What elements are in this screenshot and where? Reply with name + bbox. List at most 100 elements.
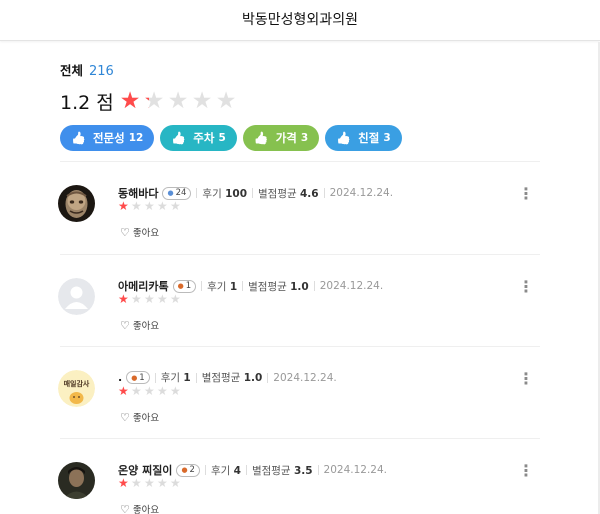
review-count: 후기 1 — [161, 370, 191, 385]
average-rating-label: 별점평균 — [251, 464, 291, 477]
star-icon: ★ — [131, 199, 142, 213]
average-rating-value: 1.0 — [290, 280, 309, 293]
thumbs-up-icon: 👍 — [336, 131, 352, 145]
avatar-text: 매일감사 — [63, 380, 90, 388]
star-icon: ★ — [118, 476, 129, 490]
more-options-icon[interactable]: ⋮ — [518, 185, 534, 205]
average-rating: 별점평균 1.0 — [202, 370, 263, 385]
separator — [204, 465, 206, 475]
average-rating-value: 1.0 — [243, 372, 263, 384]
more-options-icon[interactable]: ⋮ — [518, 462, 534, 482]
like-button[interactable]: ♡ 좋아요 — [120, 410, 160, 425]
star-icon: ★ — [157, 292, 168, 306]
review-count-label: 후기 — [210, 464, 231, 477]
keyword-chip[interactable]: 👍 친절 3 — [325, 125, 402, 151]
avatar[interactable] — [58, 462, 95, 499]
average-rating-value: 4.6 — [300, 187, 319, 200]
star-icon: ★ — [118, 384, 129, 398]
average-rating: 별점평균 3.5 — [252, 463, 313, 478]
badge-count: 1 — [139, 372, 145, 383]
star-icon: ★ — [157, 476, 168, 490]
star-icon: ★ — [118, 199, 129, 213]
keyword-label: 전문성 — [92, 131, 125, 145]
star-empty: ★ — [191, 87, 213, 114]
review-count: 후기 4 — [211, 463, 241, 478]
keyword-chip[interactable]: 👍 전문성 12 — [60, 125, 155, 151]
average-rating-value: 3.5 — [293, 464, 313, 477]
leaf-icon: ● — [167, 189, 174, 197]
star-icon: ★ — [144, 292, 155, 306]
star-icon: ★ — [131, 384, 142, 398]
sprout-icon: ● — [181, 466, 188, 474]
divider — [60, 438, 540, 439]
star-icon: ★★ — [216, 89, 240, 114]
review-count-label: 후기 — [160, 372, 181, 384]
star-icon: ★ — [170, 476, 181, 490]
avatar[interactable] — [58, 185, 95, 222]
review-count-label: 후기 — [207, 280, 227, 293]
review-date: 2024.12.24. — [319, 280, 384, 292]
separator — [196, 188, 198, 198]
review-star-rating: ★ ★ ★ ★ ★ — [118, 384, 183, 398]
average-rating-label: 별점평균 — [201, 372, 241, 384]
star-icon: ★ — [170, 292, 181, 306]
star-icon: ★ — [144, 476, 155, 490]
separator — [313, 281, 315, 291]
reviewer-nickname[interactable]: . — [118, 371, 122, 384]
divider — [60, 161, 540, 162]
star-icon: ★★ — [168, 89, 192, 114]
reviewer-level-badge: ● 1 — [126, 371, 150, 384]
review-date: 2024.12.24. — [323, 464, 388, 476]
star-icon: ★ — [144, 199, 155, 213]
star-icon: ★★ — [191, 87, 216, 114]
keyword-chip[interactable]: 👍 가격 3 — [242, 125, 320, 151]
more-options-icon[interactable]: ⋮ — [518, 370, 534, 390]
review-count-value: 100 — [225, 187, 248, 200]
average-rating-label: 별점평균 — [248, 280, 287, 293]
badge-count: 24 — [175, 188, 187, 198]
like-button[interactable]: ♡ 좋아요 — [120, 502, 159, 514]
review-count-value: 1 — [183, 372, 191, 384]
heart-icon: ♡ — [120, 225, 130, 239]
badge-count: 1 — [185, 281, 192, 291]
review-count: 후기 100 — [202, 186, 247, 201]
separator — [154, 372, 156, 383]
heart-icon: ♡ — [120, 410, 130, 424]
score-line: 1.2 점 ★★★★★★★★★★ — [60, 88, 540, 115]
total-label: 전체 — [60, 63, 84, 78]
avatar[interactable]: 매일감사 — [58, 370, 95, 407]
more-options-icon[interactable]: ⋮ — [518, 278, 534, 298]
star-icon: ★ — [157, 199, 168, 213]
like-label: 좋아요 — [132, 505, 160, 514]
review-item: 매일감사 . ● 1 후기 1 별점평균 1.0 2024.12.24. ★ ★ ★ ★… — [58, 368, 540, 438]
keyword-count: 12 — [128, 132, 144, 144]
separator — [267, 372, 269, 383]
thumbs-up-icon: 👍 — [171, 131, 187, 145]
keyword-count: 3 — [383, 132, 391, 144]
review-count-value: 4 — [233, 464, 241, 477]
star-fill: ★ — [119, 89, 141, 113]
keyword-chip[interactable]: 👍 주차 5 — [160, 125, 237, 151]
like-button[interactable]: ♡ 좋아요 — [120, 318, 159, 333]
like-button[interactable]: ♡ 좋아요 — [120, 225, 160, 240]
keyword-chip-list: 👍 전문성 12 👍 주차 5 👍 가격 3 👍 친절 3 — [60, 125, 540, 151]
like-label: 좋아요 — [132, 413, 160, 424]
person-photo-icon — [58, 462, 95, 499]
separator — [323, 188, 325, 198]
separator — [317, 465, 319, 475]
star-icon: ★★ — [144, 89, 168, 114]
page-title: 박동만성형외과의원 — [242, 12, 358, 28]
like-label: 좋아요 — [132, 228, 160, 239]
rating-summary: 전체216 1.2 점 ★★★★★★★★★★ 👍전문성12👍주차5👍가격3👍친절… — [60, 60, 540, 151]
avatar[interactable] — [58, 278, 95, 315]
review-count-label: 후기 — [202, 187, 222, 200]
total-count: 216 — [89, 64, 114, 79]
review-item: 온양 찌질이 ● 2 후기 4 별점평균 3.5 2024.12.24. ★ ★ ★ ★… — [58, 460, 540, 514]
star-icon: ★ — [131, 292, 142, 306]
star-icon: ★ — [170, 199, 181, 213]
average-rating: 별점평균 1.0 — [248, 279, 309, 294]
thumbs-up-icon: 👍 — [71, 131, 86, 145]
reviewer-level-badge: ● 1 — [172, 279, 197, 293]
review-count-value: 1 — [229, 280, 238, 293]
sprout-icon: ● — [177, 282, 184, 290]
